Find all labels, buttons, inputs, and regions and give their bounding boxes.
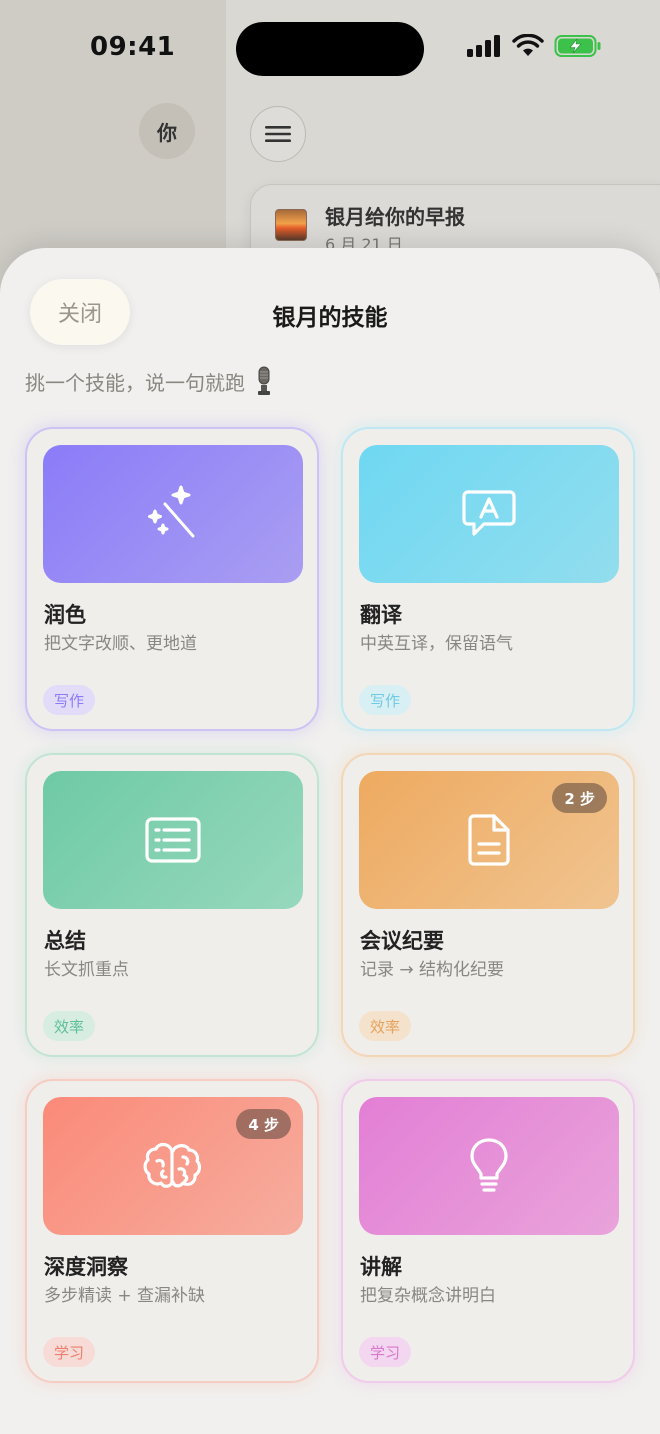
skill-tile <box>359 1097 619 1235</box>
skill-tag: 效率 <box>43 1011 96 1041</box>
skill-card-explain[interactable]: 讲解 把复杂概念讲明白 学习 <box>341 1079 635 1383</box>
steps-badge: 2 步 <box>552 783 607 813</box>
skill-desc: 长文抓重点 <box>44 960 129 980</box>
skill-desc: 多步精读 + 查漏补缺 <box>44 1286 206 1306</box>
skill-card-deep-insight[interactable]: 4 步 深度洞察 多步精读 + 查漏补缺 学习 <box>25 1079 319 1383</box>
skill-tile <box>43 771 303 909</box>
skill-name: 总结 <box>44 929 86 953</box>
steps-badge: 4 步 <box>236 1109 291 1139</box>
subtitle-text: 挑一个技能，说一句就跑 <box>25 370 245 395</box>
skill-name: 翻译 <box>360 603 402 627</box>
skill-tag: 学习 <box>43 1337 96 1367</box>
skill-tag: 写作 <box>359 685 412 715</box>
skill-name: 深度洞察 <box>44 1255 128 1279</box>
skill-desc: 中英互译，保留语气 <box>360 634 513 654</box>
skill-name: 润色 <box>44 603 86 627</box>
skill-tile: 4 步 <box>43 1097 303 1235</box>
magic-wand-icon <box>148 485 195 538</box>
skill-tag: 写作 <box>43 685 96 715</box>
skill-tile: 2 步 <box>359 771 619 909</box>
skill-name: 会议纪要 <box>360 929 444 953</box>
skill-card-polish[interactable]: 润色 把文字改顺、更地道 写作 <box>25 427 319 731</box>
skill-tag: 学习 <box>359 1337 412 1367</box>
skill-desc: 记录 → 结构化纪要 <box>360 960 505 980</box>
report-thumbnail <box>275 209 307 241</box>
document-icon <box>468 814 510 866</box>
microphone-icon <box>258 366 270 395</box>
skill-desc: 把文字改顺、更地道 <box>44 634 197 654</box>
skill-tile <box>359 445 619 583</box>
status-icons <box>466 34 602 58</box>
skills-sheet: 关闭 银月的技能 挑一个技能，说一句就跑 润色 把文字改顺、更地道 写作 翻译 … <box>0 248 660 1434</box>
lightbulb-icon <box>470 1138 508 1192</box>
skill-card-meeting-notes[interactable]: 2 步 会议纪要 记录 → 结构化纪要 效率 <box>341 753 635 1057</box>
list-doc-icon <box>145 817 201 863</box>
brain-icon <box>143 1142 202 1188</box>
skill-desc: 把复杂概念讲明白 <box>360 1286 496 1306</box>
hamburger-icon <box>265 126 291 142</box>
battery-charging-icon <box>554 35 601 57</box>
skill-card-translate[interactable]: 翻译 中英互译，保留语气 写作 <box>341 427 635 731</box>
status-bar: 09:41 <box>0 0 660 96</box>
menu-button[interactable] <box>250 106 306 162</box>
report-title: 银月给你的早报 <box>325 205 465 229</box>
sheet-subtitle: 挑一个技能，说一句就跑 <box>25 366 275 396</box>
avatar[interactable]: 你 <box>139 103 195 159</box>
signal-icon <box>467 35 500 57</box>
skill-tile <box>43 445 303 583</box>
translate-bubble-icon <box>462 490 516 536</box>
skill-name: 讲解 <box>360 1255 402 1279</box>
wifi-icon <box>512 34 544 56</box>
skill-card-summary[interactable]: 总结 长文抓重点 效率 <box>25 753 319 1057</box>
dynamic-island <box>236 22 424 76</box>
sheet-title: 银月的技能 <box>272 305 388 331</box>
skill-tag: 效率 <box>359 1011 412 1041</box>
status-time: 09:41 <box>90 32 176 62</box>
